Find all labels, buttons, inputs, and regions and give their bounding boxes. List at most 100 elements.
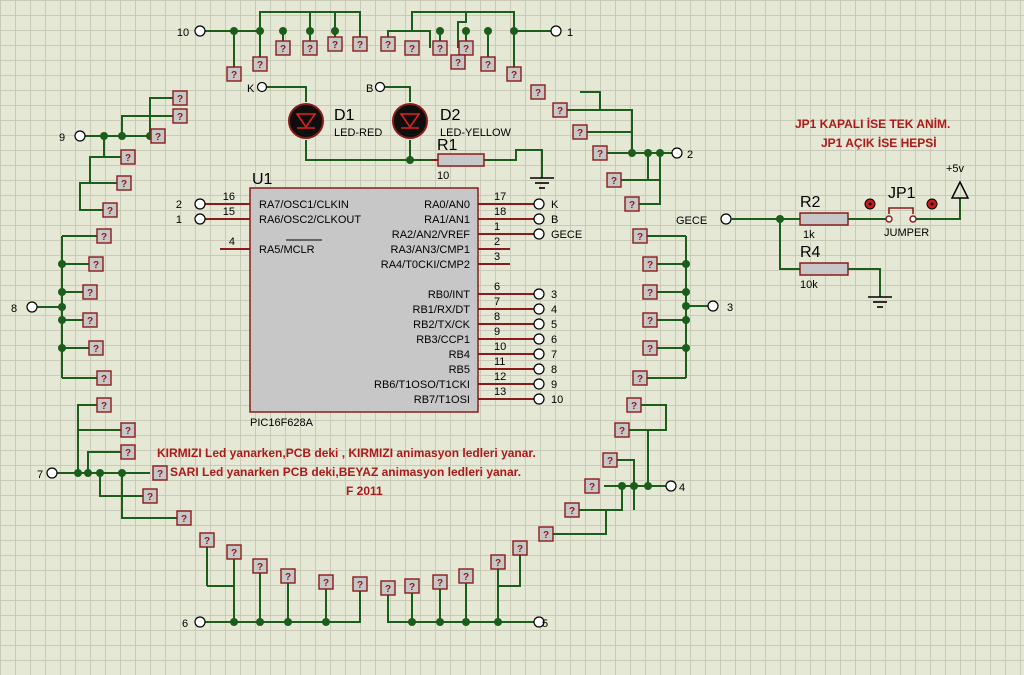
- terminal-label: GECE: [551, 229, 582, 241]
- unknown-part-icon: ?: [323, 578, 329, 589]
- unknown-part-icon: ?: [409, 582, 415, 593]
- wire: [200, 584, 361, 623]
- unknown-part-icon: ?: [463, 44, 469, 55]
- jumper-section: GECE R2 1k JP1 JUMPER +5v R4 10k: [676, 163, 970, 308]
- terminal-icon: [533, 198, 545, 210]
- unknown-part-icon: ?: [357, 40, 363, 51]
- r1-value: 10: [437, 170, 449, 182]
- schematic-canvas: ??????? 1?????? 10?????? 9?????? 8?????? 7???…: [0, 0, 1024, 675]
- pin-name: RA7/OSC1/CLKIN: [259, 199, 349, 211]
- pin-number: 18: [494, 206, 506, 218]
- terminal-label: 1: [176, 214, 182, 226]
- terminal-icon: [194, 213, 206, 225]
- resistor-r1: R1 10: [432, 137, 485, 182]
- terminal-icon: [533, 288, 545, 300]
- gece-terminal-icon: [720, 213, 732, 225]
- unknown-part-icon: ?: [280, 44, 286, 55]
- pin-number: 6: [494, 281, 500, 293]
- unknown-part-icon: ?: [647, 344, 653, 355]
- unknown-part-icon: ?: [437, 44, 443, 55]
- led-d2: D2 LED-YELLOW B: [366, 81, 512, 139]
- wire: [207, 585, 235, 622]
- unknown-part-icon: ?: [535, 88, 541, 99]
- r1-body: [437, 153, 485, 167]
- pin-name: RB0/INT: [428, 289, 470, 301]
- pin-name: RA2/AN2/VREF: [392, 229, 471, 241]
- terminal-label: 10: [177, 27, 189, 39]
- terminal-icon: [533, 378, 545, 390]
- pin-number: 11: [494, 356, 505, 368]
- terminal-label: 5: [542, 618, 548, 630]
- gece-label: GECE: [676, 215, 707, 227]
- note-line3: F 2011: [346, 484, 383, 498]
- r1-ref: R1: [437, 137, 458, 154]
- led-section: D1 LED-RED K D2 LED-YELLOW B R1 10: [247, 81, 554, 189]
- unknown-part-icon: ?: [511, 70, 517, 81]
- d1-ref: D1: [334, 107, 355, 124]
- unknown-part-icon: ?: [517, 544, 523, 555]
- k-terminal-icon: [256, 81, 268, 93]
- pin-number: 2: [494, 236, 500, 248]
- unknown-part-icon: ?: [597, 149, 603, 160]
- pin-name: RB4: [449, 349, 470, 361]
- unknown-part-icon: ?: [285, 572, 291, 583]
- unknown-part-icon: ?: [181, 514, 187, 525]
- terminal-icon: [194, 198, 206, 210]
- unknown-part-icon: ?: [125, 426, 131, 437]
- terminal-icon: [74, 130, 86, 142]
- d2-terminal-label: B: [366, 83, 373, 95]
- pin-number: 4: [229, 236, 235, 248]
- terminal-label: 7: [551, 349, 557, 361]
- unknown-part-icon: ?: [93, 344, 99, 355]
- unknown-part-icon: ?: [101, 232, 107, 243]
- terminal-label: K: [551, 199, 559, 211]
- terminal-icon: [46, 467, 58, 479]
- pin-name: RA6/OSC2/CLKOUT: [259, 214, 361, 226]
- ground-r4-icon: [868, 296, 892, 308]
- terminal-label: 2: [176, 199, 182, 211]
- pin-number: 10: [494, 341, 506, 353]
- terminal-icon: [533, 348, 545, 360]
- pin-name: RB7/T1OSI: [414, 394, 470, 406]
- pin-name: RB2/TX/CK: [413, 319, 471, 331]
- unknown-part-icon: ?: [589, 482, 595, 493]
- unknown-part-icon: ?: [619, 426, 625, 437]
- unknown-part-icon: ?: [607, 456, 613, 467]
- unknown-part-icon: ?: [101, 374, 107, 385]
- terminal-label: 8: [11, 303, 17, 315]
- unknown-part-icon: ?: [631, 401, 637, 412]
- pin-name: RB1/RX/DT: [413, 304, 471, 316]
- unknown-part-icon: ?: [177, 112, 183, 123]
- unknown-part-icon: ?: [637, 374, 643, 385]
- pin-number: 8: [494, 311, 500, 323]
- terminal-icon: [533, 318, 545, 330]
- terminal-label: 3: [551, 289, 557, 301]
- terminal-icon: [671, 147, 683, 159]
- terminal-label: 2: [687, 149, 693, 161]
- unknown-part-icon: ?: [647, 288, 653, 299]
- terminal-label: 4: [679, 482, 685, 494]
- terminal-icon: [533, 333, 545, 345]
- unknown-part-icon: ?: [257, 562, 263, 573]
- unknown-part-icon: ?: [125, 448, 131, 459]
- jp1-type: JUMPER: [884, 227, 929, 239]
- unknown-part-icon: ?: [611, 176, 617, 187]
- terminal-icon: [550, 25, 562, 37]
- u1-ref: U1: [252, 171, 273, 188]
- unknown-part-icon: ?: [155, 132, 161, 143]
- pin-number: 9: [494, 326, 500, 338]
- jp1-note-line2: JP1 AÇIK İSE HEPSİ: [821, 135, 937, 150]
- pin-name: RA1/AN1: [424, 214, 470, 226]
- r4-body: [799, 262, 849, 276]
- junction-dot: [58, 303, 66, 311]
- terminal-label: 4: [551, 304, 557, 316]
- unknown-part-icon: ?: [257, 60, 263, 71]
- pin-number: 3: [494, 251, 500, 263]
- unknown-part-icon: ?: [332, 40, 338, 51]
- note-line2: SARI Led yanarken PCB deki,BEYAZ animasy…: [170, 465, 521, 479]
- ground-icon: [530, 177, 554, 189]
- unknown-part-icon: ?: [177, 94, 183, 105]
- terminal-icon: [707, 300, 719, 312]
- unknown-part-icon: ?: [629, 200, 635, 211]
- unknown-part-icon: ?: [463, 572, 469, 583]
